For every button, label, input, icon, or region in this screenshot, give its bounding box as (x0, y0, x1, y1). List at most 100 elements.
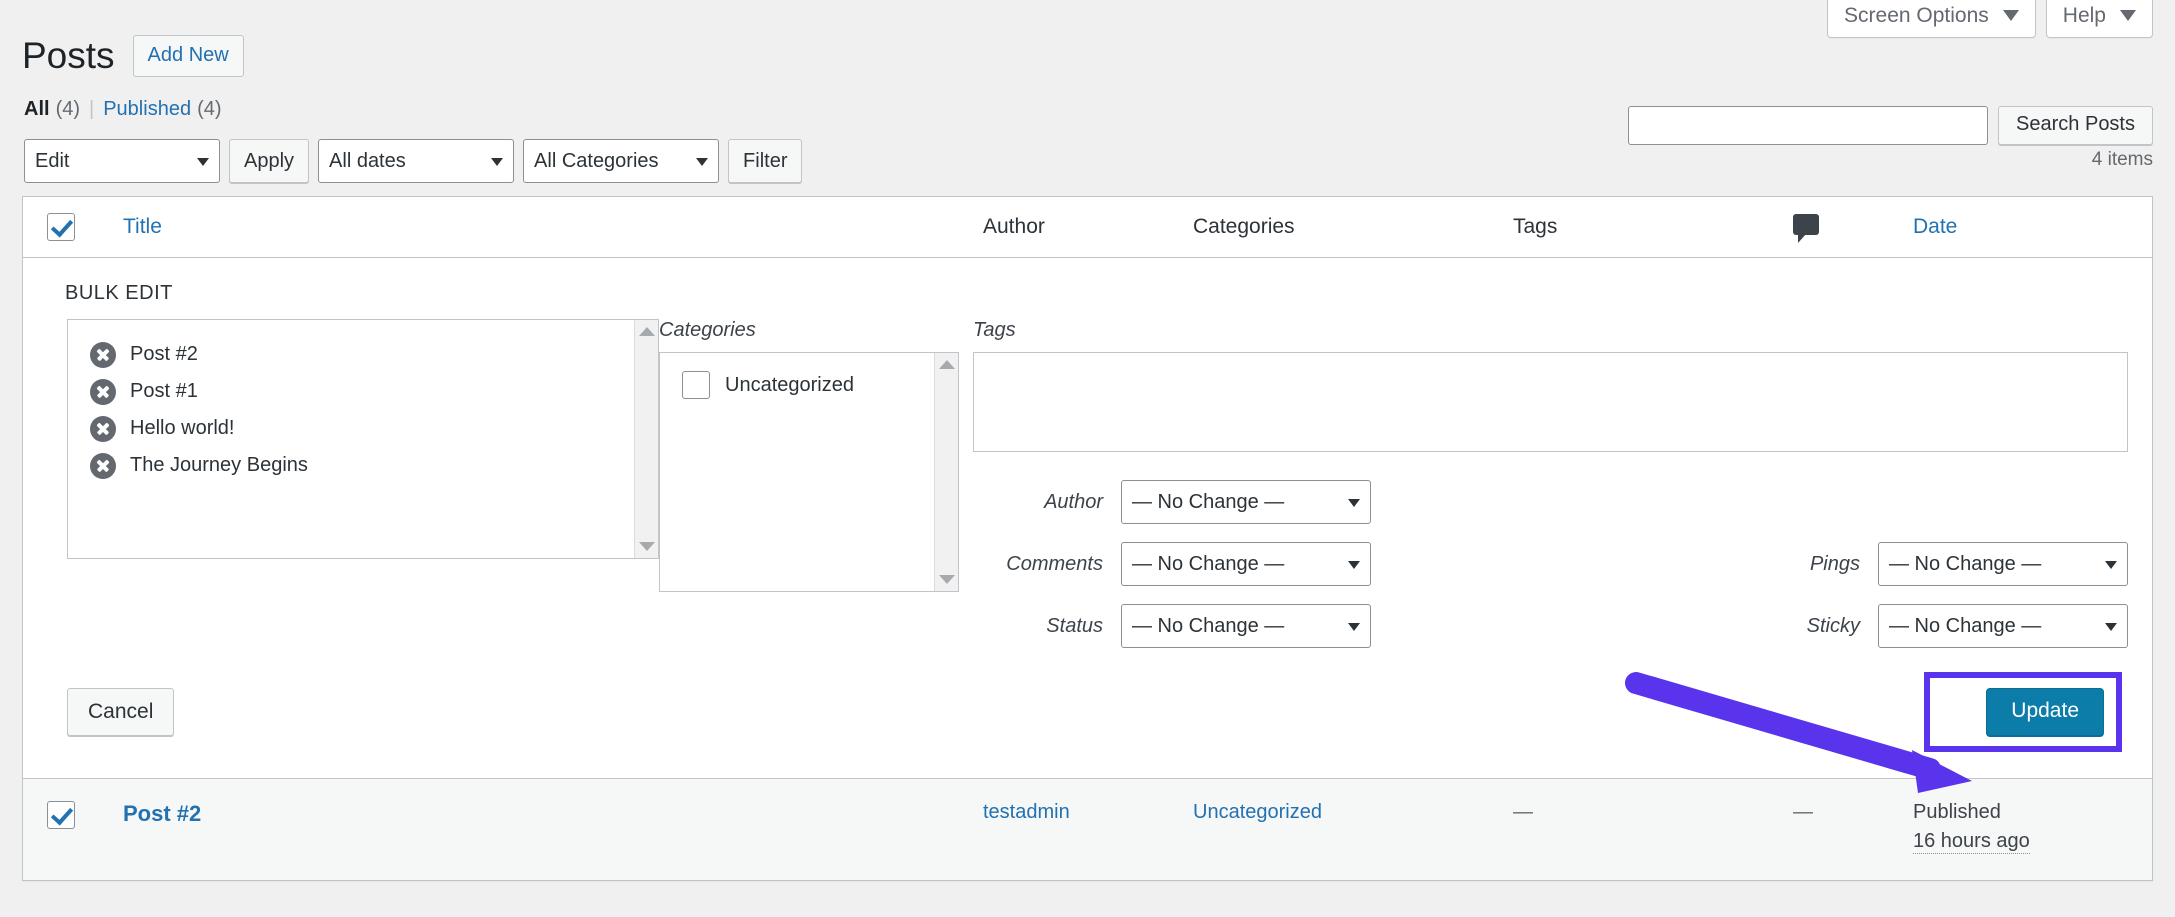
chevron-down-icon (696, 158, 708, 166)
status-label: Status (973, 615, 1121, 638)
row-categories-cell: Uncategorized (1193, 779, 1513, 881)
remove-icon[interactable] (90, 453, 116, 479)
screen-options-toggle[interactable]: Screen Options (1827, 0, 2036, 38)
category-label: Uncategorized (725, 374, 854, 397)
chevron-down-icon (2105, 623, 2117, 631)
filter-button[interactable]: Filter (728, 139, 802, 183)
tags-input[interactable] (973, 352, 2128, 452)
pings-label: Pings (1746, 553, 1878, 576)
categories-list: Uncategorized (660, 353, 934, 591)
row-tags-cell: — (1513, 779, 1793, 881)
titles-scrollbar[interactable] (634, 320, 658, 558)
row-title-link[interactable]: Post #2 (123, 801, 201, 826)
column-header-tags: Tags (1513, 197, 1793, 258)
row-date-cell: Published 16 hours ago (1913, 779, 2153, 881)
bulk-edit-fields-column: Tags Author — No Change — (959, 319, 2128, 648)
bulk-edit-actions: Cancel Update (47, 672, 2128, 752)
page-title: Posts (22, 32, 119, 80)
column-header-date: Date (1913, 197, 2153, 258)
bulk-action-select[interactable]: Edit (24, 139, 220, 183)
posts-page-wrap: Posts Add New Search Posts All (4) | Pub… (0, 0, 2175, 881)
chevron-down-icon (197, 158, 209, 166)
chevron-down-icon (1348, 623, 1360, 631)
row-title-cell: Post #2 (123, 779, 983, 881)
sticky-select[interactable]: — No Change — (1878, 604, 2128, 648)
view-published-label[interactable]: Published (103, 98, 191, 121)
date-filter-select[interactable]: All dates (318, 139, 514, 183)
category-item: Uncategorized (682, 371, 934, 399)
column-header-comments (1793, 197, 1913, 258)
sticky-selected-value: — No Change — (1889, 605, 2041, 647)
bulk-edit-title-label: The Journey Begins (130, 454, 308, 477)
column-header-author: Author (983, 197, 1193, 258)
table-head-row: Title Author Categories Tags Date (23, 197, 2153, 258)
comments-label: Comments (973, 553, 1121, 576)
status-select[interactable]: — No Change — (1121, 604, 1371, 648)
posts-list-table: Title Author Categories Tags Date BULK E… (22, 196, 2153, 881)
chevron-down-icon (2003, 10, 2019, 21)
view-all-label[interactable]: All (24, 98, 50, 121)
tablenav-top: Edit Apply All dates All Categories Filt… (24, 139, 2153, 187)
chevron-down-icon (2105, 561, 2117, 569)
row-date-value: 16 hours ago (1913, 830, 2030, 854)
category-checkbox-uncategorized[interactable] (682, 371, 710, 399)
bulk-edit-panel: BULK EDIT Post #2 (23, 258, 2152, 779)
scroll-down-icon[interactable] (939, 575, 955, 584)
select-all-header (23, 197, 124, 258)
bulk-edit-title-item: Post #2 (90, 336, 634, 373)
bulk-edit-columns: Post #2 Post #1 Hello worl (47, 319, 2128, 648)
screen-options-label: Screen Options (1844, 5, 1989, 26)
update-button[interactable]: Update (1986, 688, 2104, 736)
view-published[interactable]: Published (4) (103, 98, 221, 121)
remove-icon[interactable] (90, 342, 116, 368)
cancel-button[interactable]: Cancel (67, 688, 174, 736)
categories-label: Categories (659, 319, 959, 342)
pings-select[interactable]: — No Change — (1878, 542, 2128, 586)
bulk-action-selected-value: Edit (35, 140, 69, 182)
remove-icon[interactable] (90, 379, 116, 405)
row-select-cell (23, 779, 124, 881)
chevron-down-icon (2120, 10, 2136, 21)
scroll-down-icon[interactable] (639, 542, 655, 551)
scroll-up-icon[interactable] (939, 360, 955, 369)
row-category-link[interactable]: Uncategorized (1193, 801, 1322, 823)
pings-selected-value: — No Change — (1889, 543, 2041, 585)
author-selected-value: — No Change — (1132, 481, 1284, 523)
status-selected-value: — No Change — (1132, 605, 1284, 647)
author-select[interactable]: — No Change — (1121, 480, 1371, 524)
table-body: BULK EDIT Post #2 (23, 258, 2153, 881)
screen-meta-links: Screen Options Help (1827, 0, 2153, 38)
help-toggle[interactable]: Help (2046, 0, 2153, 38)
sort-by-title-link[interactable]: Title (123, 215, 162, 238)
comments-selected-value: — No Change — (1132, 543, 1284, 585)
column-header-categories: Categories (1193, 197, 1513, 258)
row-checkbox[interactable] (47, 801, 75, 829)
view-all[interactable]: All (4) (24, 98, 80, 121)
bulk-edit-heading: BULK EDIT (65, 282, 2128, 305)
row-comments-cell: — (1793, 779, 1913, 881)
row-author-link[interactable]: testadmin (983, 801, 1070, 823)
chevron-down-icon (1348, 499, 1360, 507)
bulk-edit-row: BULK EDIT Post #2 (23, 258, 2153, 780)
bulk-edit-title-item: Hello world! (90, 410, 634, 447)
column-header-title: Title (123, 197, 983, 258)
row-date-status: Published (1913, 801, 2001, 823)
comment-bubble-icon (1793, 214, 1819, 235)
displaying-num: 4 items (2092, 149, 2153, 171)
view-published-count: (4) (191, 98, 221, 121)
bulk-edit-field-grid: Author — No Change — Comments (973, 480, 2128, 648)
update-button-highlight: Update (1924, 672, 2122, 752)
apply-button[interactable]: Apply (229, 139, 309, 183)
bulk-edit-title-item: The Journey Begins (90, 447, 634, 484)
comments-select[interactable]: — No Change — (1121, 542, 1371, 586)
scroll-up-icon[interactable] (639, 327, 655, 336)
add-new-button[interactable]: Add New (133, 35, 244, 77)
category-filter-select[interactable]: All Categories (523, 139, 719, 183)
sticky-label: Sticky (1746, 615, 1878, 638)
categories-scrollbar[interactable] (934, 353, 958, 591)
tags-label: Tags (973, 319, 2128, 342)
select-all-checkbox[interactable] (47, 213, 75, 241)
remove-icon[interactable] (90, 416, 116, 442)
bulk-edit-titles-column: Post #2 Post #1 Hello worl (47, 319, 659, 559)
sort-by-date-link[interactable]: Date (1913, 215, 1957, 238)
